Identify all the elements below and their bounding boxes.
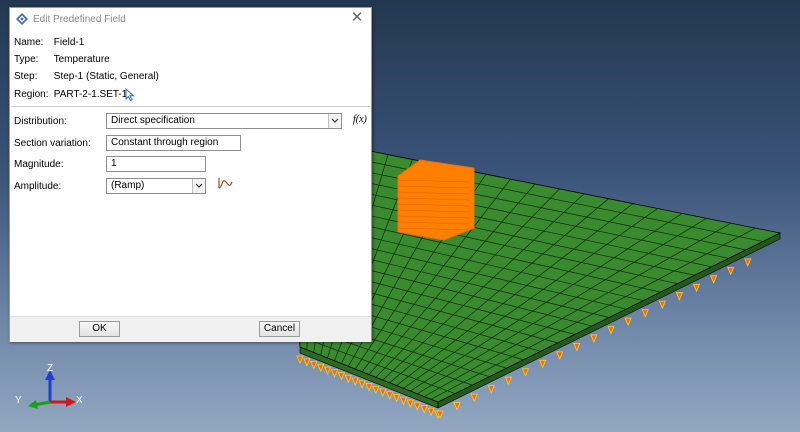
boundary-condition-marker (556, 351, 564, 360)
boundary-condition-marker (365, 383, 373, 392)
abaqus-logo-icon (16, 13, 28, 28)
fx-button[interactable]: f(x) (353, 114, 367, 125)
boundary-condition-marker (658, 300, 666, 310)
boundary-condition-marker (379, 388, 387, 398)
dialog-button-bar (10, 316, 371, 342)
boundary-condition-marker (709, 275, 718, 284)
triad-x-label: X (76, 395, 83, 406)
boundary-condition-marker (344, 374, 352, 384)
dialog-titlebar[interactable]: Edit Predefined Field ✕ (10, 8, 371, 30)
boundary-condition-marker (303, 358, 311, 367)
step-label: Step: (14, 71, 38, 82)
boundary-condition-marker (420, 405, 428, 414)
type-value: Temperature (53, 54, 110, 65)
boundary-condition-marker (392, 394, 401, 403)
triad-y-label: Y (15, 395, 22, 406)
boundary-condition-marker (521, 368, 530, 377)
dialog-title: Edit Predefined Field (33, 14, 126, 25)
close-icon[interactable]: ✕ (349, 10, 365, 26)
info-name-row: Name: Field-1 (14, 37, 84, 48)
arrow-cursor-icon[interactable] (125, 87, 135, 104)
boundary-condition-marker (692, 283, 701, 293)
section-variation-value: Constant through region (111, 137, 219, 148)
section-variation-label: Section variation: (14, 138, 91, 149)
chevron-down-icon (328, 114, 341, 128)
chevron-down-icon (192, 179, 205, 193)
boundary-condition-marker (744, 258, 752, 267)
boundary-condition-marker (406, 399, 415, 409)
magnitude-label: Magnitude: (14, 159, 64, 170)
info-step-row: Step: Step-1 (Static, General) (14, 71, 159, 82)
boundary-condition-marker (317, 363, 325, 373)
boundary-condition-marker (641, 309, 649, 318)
boundary-condition-marker (386, 391, 394, 400)
boundary-condition-marker (504, 376, 513, 386)
boundary-condition-marker (427, 407, 435, 417)
amplitude-label: Amplitude: (14, 181, 62, 192)
boundary-condition-marker (330, 369, 339, 378)
distribution-select[interactable]: Direct specification (106, 113, 342, 129)
boundary-condition-marker (573, 343, 581, 352)
divider (11, 106, 370, 107)
cancel-button[interactable]: Cancel (259, 321, 300, 337)
boundary-condition-marker (538, 359, 547, 369)
boundary-condition-marker (399, 396, 408, 406)
triad-z-label: Z (47, 363, 54, 374)
distribution-label: Distribution: (14, 116, 67, 127)
boundary-condition-marker (675, 292, 684, 301)
boundary-condition-marker (453, 402, 461, 411)
type-label: Type: (14, 54, 39, 65)
boundary-condition-marker (607, 326, 615, 335)
region-label: Region: (14, 89, 49, 100)
name-value: Field-1 (53, 37, 85, 48)
boundary-condition-marker (337, 372, 346, 381)
edit-predefined-field-dialog: Edit Predefined Field ✕ Name: Field-1 Ty… (9, 7, 372, 342)
name-label: Name: (14, 37, 44, 48)
magnitude-value: 1 (111, 158, 117, 169)
boundary-condition-marker (296, 355, 304, 365)
amplitude-value: (Ramp) (111, 180, 145, 191)
boundary-condition-marker (624, 317, 632, 327)
boundary-condition-marker (351, 377, 359, 387)
region-value: PART-2-1.SET-1 (53, 89, 128, 100)
boundary-condition-marker (310, 361, 318, 370)
boundary-condition-marker (590, 334, 598, 343)
boundary-condition-marker (727, 266, 735, 276)
step-value: Step-1 (Static, General) (53, 71, 159, 82)
boundary-condition-marker (487, 385, 495, 394)
amplitude-curve-icon[interactable] (217, 176, 235, 193)
distribution-value: Direct specification (111, 115, 195, 126)
boundary-condition-marker (470, 393, 478, 403)
info-region-row: Region: PART-2-1.SET-1 (14, 89, 127, 100)
amplitude-select[interactable]: (Ramp) (106, 178, 206, 194)
boundary-condition-marker (372, 385, 380, 395)
boundary-condition-marker (413, 402, 421, 411)
info-type-row: Type: Temperature (14, 54, 110, 65)
section-variation-select[interactable]: Constant through region (106, 135, 241, 151)
boundary-condition-marker (323, 366, 332, 376)
ok-button[interactable]: OK (79, 321, 120, 337)
view-triad: Z Y X (10, 360, 90, 420)
boundary-condition-marker (358, 380, 366, 389)
magnitude-input[interactable]: 1 (106, 156, 206, 172)
